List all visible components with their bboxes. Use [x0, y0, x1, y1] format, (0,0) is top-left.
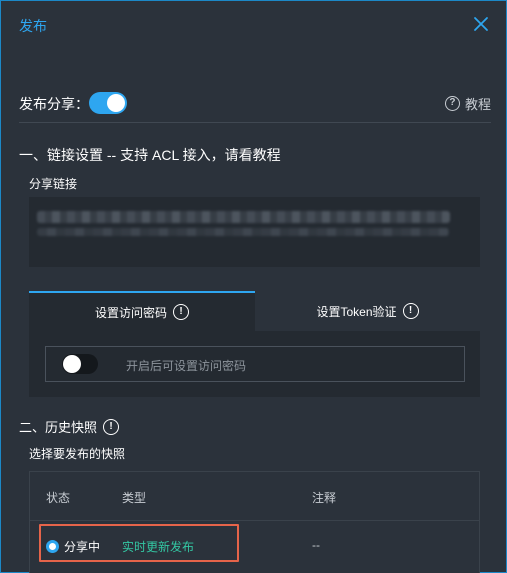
note-text: -- — [312, 538, 320, 552]
publish-share-row: 发布分享： ? 教程 — [19, 91, 491, 115]
tutorial-label: 教程 — [464, 96, 491, 112]
share-link-box[interactable] — [29, 197, 480, 267]
auth-tabs: 设置访问密码 ! 设置Token验证 ! — [29, 291, 480, 331]
redacted-link — [37, 211, 450, 223]
info-icon: ! — [173, 304, 189, 320]
tab-token[interactable]: 设置Token验证 ! — [255, 291, 480, 331]
column-header-status: 状态 — [46, 491, 71, 505]
redacted-link-line — [37, 228, 449, 236]
toggle-knob — [107, 94, 125, 112]
history-snapshot-title: 二、历史快照 ! — [19, 417, 120, 436]
link-settings-title: 一、链接设置 -- 支持 ACL 接入，请看教程 — [19, 147, 281, 163]
toggle-knob — [63, 355, 81, 373]
column-header-type: 类型 — [122, 491, 147, 505]
password-hint: 开启后可设置访问密码 — [126, 359, 247, 373]
publish-dialog: 发布 发布分享： ? 教程 一、链接设置 -- 支持 ACL 接入，请看教程 分… — [0, 0, 507, 573]
dialog-header: 发布 — [1, 1, 506, 49]
publish-share-toggle[interactable] — [89, 92, 127, 114]
tab-password[interactable]: 设置访问密码 ! — [29, 291, 255, 331]
password-toggle[interactable] — [62, 354, 98, 374]
password-panel: 开启后可设置访问密码 — [29, 331, 480, 397]
divider — [19, 122, 491, 123]
choose-snapshot-label: 选择要发布的快照 — [29, 447, 126, 461]
publish-share-label: 发布分享： — [19, 96, 89, 112]
column-header-note: 注释 — [312, 491, 337, 505]
tutorial-link[interactable]: ? 教程 — [444, 93, 491, 113]
dialog-title: 发布 — [19, 18, 47, 34]
info-icon: ! — [402, 303, 419, 319]
table-header-divider — [30, 520, 479, 521]
close-icon[interactable] — [472, 15, 490, 33]
tab-password-label: 设置访问密码 — [94, 305, 167, 320]
history-snapshot-label: 二、历史快照 — [19, 420, 98, 435]
password-setting-box: 开启后可设置访问密码 — [45, 346, 465, 382]
share-link-label: 分享链接 — [29, 177, 78, 191]
highlight-box — [39, 524, 239, 562]
tab-token-label: 设置Token验证 — [316, 304, 397, 319]
question-icon: ? — [444, 95, 460, 111]
info-icon[interactable]: ! — [103, 418, 120, 435]
